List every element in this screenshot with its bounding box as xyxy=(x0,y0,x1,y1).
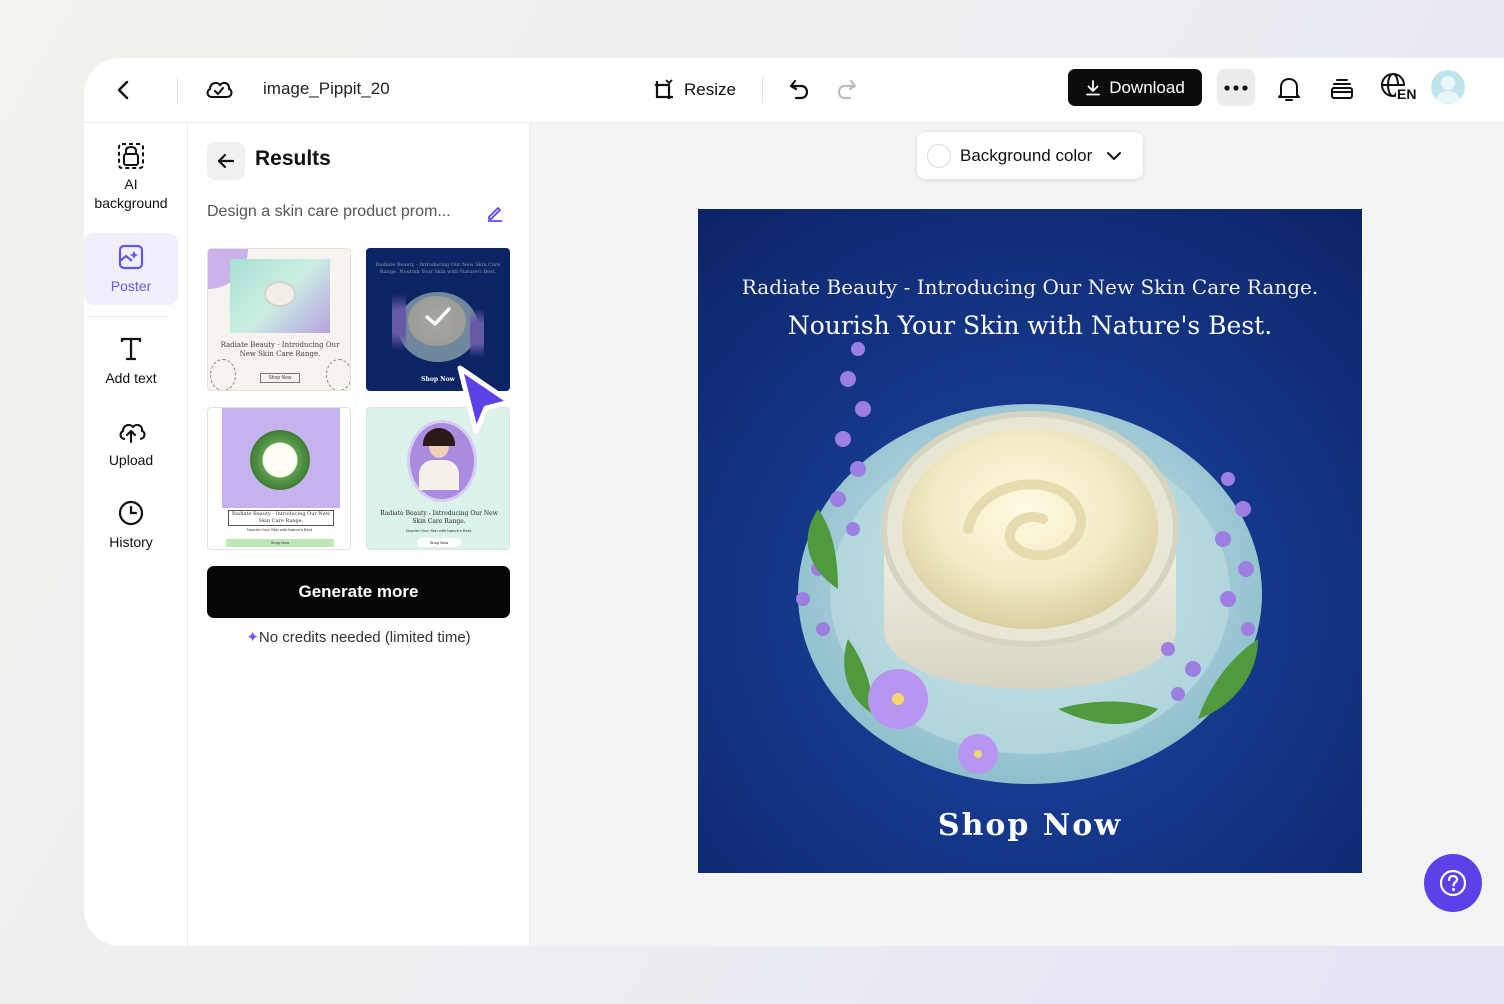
results-back-button[interactable] xyxy=(207,142,245,180)
rail-label-poster: Poster xyxy=(110,277,152,294)
thumbnail-4-subtext: Nourish Your Skin with Nature's Best. xyxy=(405,528,473,533)
thumbnail-3-cta: Shop Now xyxy=(226,539,334,547)
arrow-left-icon xyxy=(217,153,235,169)
color-swatch xyxy=(927,143,951,168)
rail-label-history: History xyxy=(109,534,153,550)
resize-icon xyxy=(655,79,673,99)
text-icon xyxy=(120,337,142,361)
poster-icon xyxy=(118,244,144,269)
rail-label-ai-background: AI background xyxy=(94,176,168,211)
rail-item-upload[interactable]: Upload xyxy=(84,417,178,470)
poster-headline[interactable]: Radiate Beauty - Introducing Our New Ski… xyxy=(698,275,1362,299)
thumbnail-4-text: Radiate Beauty - Introducing Our New Ski… xyxy=(380,510,498,525)
pointer-cursor-icon xyxy=(448,360,518,445)
download-icon xyxy=(1086,79,1101,95)
thumbnail-1-text: Radiate Beauty - Introducing Our New Ski… xyxy=(220,341,340,358)
generate-more-button[interactable]: Generate more xyxy=(207,566,510,618)
ai-background-icon xyxy=(118,143,144,169)
notification-bell-icon[interactable] xyxy=(1271,71,1307,107)
thumbnail-3-text: Radiate Beauty - Introducing Our New Ski… xyxy=(228,510,334,526)
results-title: Results xyxy=(255,147,331,170)
selected-check-icon xyxy=(425,307,451,326)
prompt-summary: Design a skin care product prom... xyxy=(207,203,451,220)
credits-note-text: No credits needed (limited time) xyxy=(258,629,471,646)
project-name[interactable]: image_Pippit_20 xyxy=(263,77,390,101)
question-mark-icon xyxy=(1439,869,1467,897)
resize-button[interactable]: Resize xyxy=(652,72,736,108)
divider xyxy=(177,77,178,103)
thumbnail-3-subtext: Nourish Your Skin with Nature's Best. xyxy=(246,527,314,532)
divider xyxy=(762,77,763,103)
layers-stack-icon[interactable] xyxy=(1324,71,1360,107)
tool-rail: AI background Poster Add text Upload His… xyxy=(84,123,188,946)
history-icon xyxy=(118,500,144,526)
upload-icon xyxy=(119,423,146,444)
language-globe-icon[interactable]: EN xyxy=(1378,70,1418,106)
editor-window: image_Pippit_20 Resize Download EN AI ba… xyxy=(84,58,1504,946)
chevron-down-icon xyxy=(1107,151,1122,160)
thumbnail-4-cta: Shop Now xyxy=(417,538,461,547)
back-chevron-icon[interactable] xyxy=(106,72,142,108)
result-thumbnail-3[interactable]: Radiate Beauty - Introducing Our New Ski… xyxy=(207,407,351,550)
undo-icon[interactable] xyxy=(781,71,817,107)
rail-item-add-text[interactable]: Add text xyxy=(84,335,178,388)
background-color-dropdown[interactable]: Background color xyxy=(917,132,1143,179)
cream-jar-illustration xyxy=(796,342,1262,784)
rail-item-poster[interactable]: Poster xyxy=(84,233,178,305)
poster-cta[interactable]: Shop Now xyxy=(698,808,1362,843)
rail-item-history[interactable]: History xyxy=(84,499,178,552)
sparkle-icon: ✦ xyxy=(246,629,259,646)
cloud-sync-icon[interactable] xyxy=(201,71,237,107)
edit-prompt-icon[interactable] xyxy=(486,204,504,227)
rail-label-add-text: Add text xyxy=(105,370,157,386)
download-button[interactable]: Download xyxy=(1068,69,1202,106)
resize-label: Resize xyxy=(684,80,736,99)
redo-icon[interactable] xyxy=(829,71,865,107)
help-button[interactable] xyxy=(1424,854,1482,912)
poster-canvas[interactable]: Radiate Beauty - Introducing Our New Ski… xyxy=(698,209,1362,873)
background-color-label: Background color xyxy=(960,145,1093,165)
top-bar: image_Pippit_20 Resize Download EN xyxy=(84,58,1504,123)
language-code: EN xyxy=(1396,86,1418,102)
thumbnail-1-cta: Shop Now xyxy=(260,373,300,383)
result-thumbnail-1[interactable]: Radiate Beauty - Introducing Our New Ski… xyxy=(207,248,351,391)
poster-subheadline[interactable]: Nourish Your Skin with Nature's Best. xyxy=(698,311,1362,340)
more-options-icon[interactable] xyxy=(1217,69,1255,106)
rail-item-ai-background[interactable]: AI background xyxy=(84,141,178,213)
results-panel: Results Design a skin care product prom.… xyxy=(188,123,530,946)
rail-label-upload: Upload xyxy=(108,452,154,468)
rail-divider xyxy=(88,316,168,317)
credits-note: ✦No credits needed (limited time) xyxy=(188,628,529,646)
avatar[interactable] xyxy=(1431,70,1465,104)
download-label: Download xyxy=(1109,77,1185,97)
